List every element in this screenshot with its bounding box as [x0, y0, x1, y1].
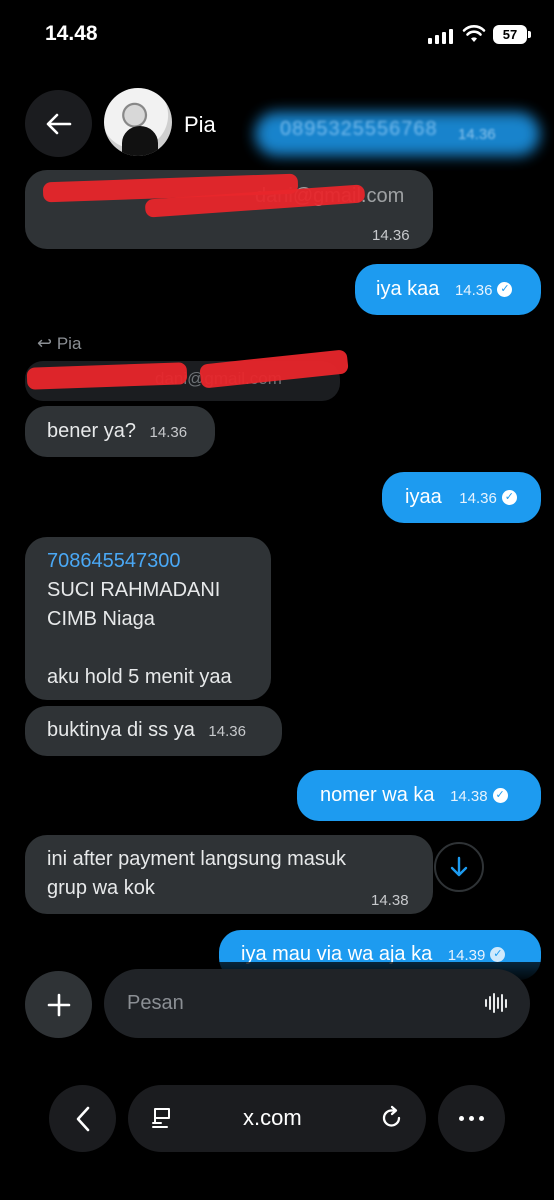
voice-wave-icon[interactable] [485, 992, 507, 1014]
blurred-time: 14.36 [458, 126, 496, 143]
more-button[interactable] [438, 1085, 505, 1152]
message-incoming[interactable]: dani@gmail.com 14.36 [25, 170, 433, 249]
account-number-link[interactable]: 708645547300 [47, 547, 271, 576]
reply-icon: ↩ [37, 333, 53, 353]
message-outgoing[interactable]: nomer wa ka 14.38 ✓ [297, 770, 541, 821]
wifi-icon [462, 25, 486, 42]
reply-label: ↩ Pia [37, 333, 81, 354]
message-text: iya kaa [376, 278, 440, 300]
back-button[interactable] [25, 90, 92, 157]
message-time: 14.36 [208, 723, 246, 740]
message-time: 14.36 [454, 282, 493, 299]
reload-icon[interactable] [380, 1105, 404, 1129]
message-incoming[interactable]: bener ya? 14.36 [25, 406, 215, 457]
message-line: aku hold 5 menit yaa [47, 666, 232, 688]
message-outgoing[interactable]: iyaa 14.36 ✓ [382, 472, 541, 523]
url-text[interactable]: x.com [243, 1105, 302, 1131]
message-time: 14.36 [459, 490, 497, 507]
message-time: 14.38 [450, 788, 488, 805]
message-text: iyaa [405, 486, 442, 508]
browser-back-button[interactable] [49, 1085, 116, 1152]
status-time: 14.48 [45, 22, 98, 45]
message-incoming[interactable]: buktinya di ss ya 14.36 [25, 706, 282, 756]
message-line: CIMB Niaga [47, 608, 155, 630]
reader-icon[interactable] [150, 1106, 174, 1130]
message-time: 14.38 [371, 892, 409, 909]
message-time: 14.36 [372, 227, 410, 244]
chevron-down-icon [450, 856, 468, 877]
add-attachment-button[interactable] [25, 971, 92, 1038]
message-incoming[interactable]: ini after payment langsung masuk grup wa… [25, 835, 433, 914]
read-check-icon: ✓ [501, 490, 517, 506]
quoted-message[interactable]: dani@gmail.com [25, 349, 349, 401]
message-text: nomer wa ka [320, 784, 435, 806]
message-time: 14.36 [149, 424, 188, 441]
message-line: ini after payment langsung masuk [47, 848, 347, 870]
read-check-icon: ✓ [497, 282, 513, 298]
back-arrow-icon [46, 113, 71, 134]
message-outgoing[interactable]: iya kaa 14.36 ✓ [355, 264, 541, 315]
message-line: SUCI RAHMADANI [47, 579, 221, 601]
contact-avatar[interactable] [104, 88, 172, 156]
more-icon [459, 1116, 464, 1121]
plus-icon [47, 993, 70, 1016]
battery-icon: 57 [493, 25, 531, 44]
contact-name[interactable]: Pia [184, 112, 216, 138]
scroll-to-bottom-button[interactable] [434, 842, 484, 892]
reply-to-name: Pia [56, 334, 82, 353]
signal-icon [428, 29, 453, 44]
message-text: bener ya? [47, 420, 136, 442]
read-check-icon: ✓ [490, 947, 506, 963]
read-check-icon: ✓ [492, 788, 508, 804]
chevron-left-icon [76, 1106, 89, 1131]
message-input[interactable] [104, 969, 530, 1038]
blurred-number: 0895325556768 [280, 118, 438, 140]
message-text: buktinya di ss ya [47, 719, 195, 741]
message-incoming[interactable]: 708645547300 SUCI RAHMADANI CIMB Niaga a… [25, 537, 271, 700]
message-line [47, 634, 271, 663]
